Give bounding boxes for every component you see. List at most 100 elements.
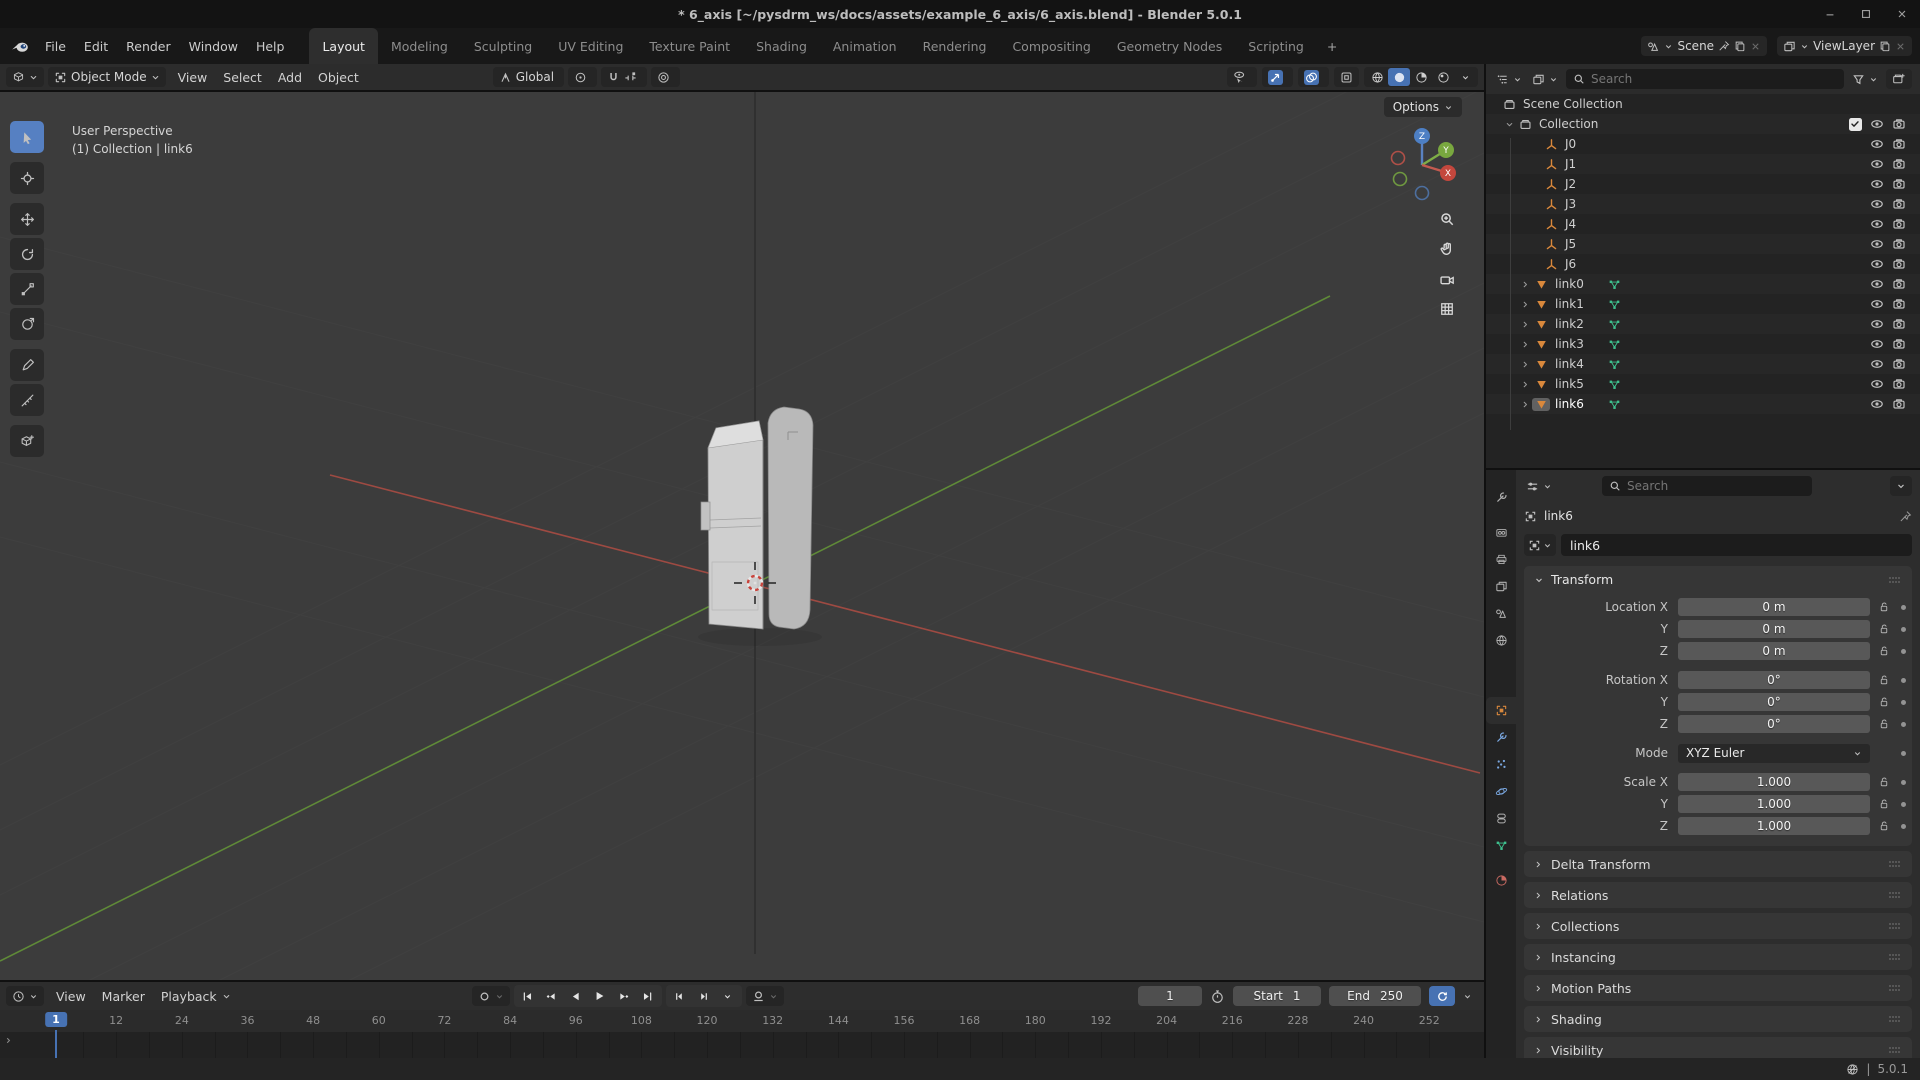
disable-render-icon[interactable] bbox=[1892, 197, 1906, 211]
disable-render-icon[interactable] bbox=[1892, 257, 1906, 271]
zoom-button[interactable] bbox=[1434, 206, 1460, 232]
properties-tab-particles[interactable] bbox=[1486, 751, 1516, 778]
keying-set-controls[interactable] bbox=[472, 986, 510, 1006]
disable-render-icon[interactable] bbox=[1892, 357, 1906, 371]
outliner-row-j1[interactable]: J1 bbox=[1486, 154, 1920, 174]
new-scene-icon[interactable] bbox=[1734, 40, 1746, 52]
hide-viewport-icon[interactable] bbox=[1870, 337, 1884, 351]
tab-uv-editing[interactable]: UV Editing bbox=[545, 28, 636, 64]
animate-dot[interactable] bbox=[1901, 678, 1906, 683]
object-name-input[interactable] bbox=[1570, 538, 1903, 553]
disable-render-icon[interactable] bbox=[1892, 297, 1906, 311]
disable-render-icon[interactable] bbox=[1892, 317, 1906, 331]
rotation-y-field[interactable]: 0° bbox=[1678, 693, 1870, 711]
scale-y-field[interactable]: 1.000 bbox=[1678, 795, 1870, 813]
location-y-field[interactable]: 0 m bbox=[1678, 620, 1870, 638]
timeline-editor-type-button[interactable] bbox=[6, 986, 44, 1006]
properties-tab-scene[interactable] bbox=[1486, 600, 1516, 627]
lock-scale-x[interactable] bbox=[1870, 776, 1898, 788]
outliner-display-mode-dropdown[interactable] bbox=[1530, 69, 1560, 89]
properties-tab-output[interactable] bbox=[1486, 546, 1516, 573]
properties-tab-view-layer[interactable] bbox=[1486, 573, 1516, 600]
viewport-menu-select[interactable]: Select bbox=[215, 67, 270, 88]
shading-wireframe-button[interactable] bbox=[1366, 68, 1388, 86]
tab-animation[interactable]: Animation bbox=[820, 28, 910, 64]
robot-link-mesh[interactable] bbox=[698, 407, 822, 646]
rotation-z-field[interactable]: 0° bbox=[1678, 715, 1870, 733]
mode-dropdown[interactable]: Object Mode bbox=[48, 67, 166, 87]
add-workspace-button[interactable]: + bbox=[1317, 28, 1347, 64]
location-x-field[interactable]: 0 m bbox=[1678, 598, 1870, 616]
animate-dot[interactable] bbox=[1901, 802, 1906, 807]
object-name-field[interactable] bbox=[1561, 534, 1912, 556]
disable-render-icon[interactable] bbox=[1892, 337, 1906, 351]
lock-rotation-x[interactable] bbox=[1870, 674, 1898, 686]
disable-render-icon[interactable] bbox=[1892, 277, 1906, 291]
shading-rendered-button[interactable] bbox=[1432, 68, 1454, 86]
tool-cursor-button[interactable] bbox=[10, 162, 44, 194]
hide-viewport-icon[interactable] bbox=[1870, 157, 1884, 171]
lock-location-z[interactable] bbox=[1870, 645, 1898, 657]
tab-layout[interactable]: Layout bbox=[309, 28, 378, 64]
hide-viewport-icon[interactable] bbox=[1870, 117, 1884, 131]
viewlayer-selector[interactable]: ViewLayer bbox=[1777, 36, 1912, 56]
maximize-button[interactable] bbox=[1848, 0, 1884, 28]
properties-tab-tool[interactable] bbox=[1486, 484, 1516, 511]
properties-search[interactable] bbox=[1602, 476, 1812, 496]
lock-scale-y[interactable] bbox=[1870, 798, 1898, 810]
animate-dot[interactable] bbox=[1901, 649, 1906, 654]
tab-rendering[interactable]: Rendering bbox=[910, 28, 1000, 64]
properties-tab-render[interactable] bbox=[1486, 519, 1516, 546]
blender-logo-icon[interactable] bbox=[8, 34, 32, 58]
hide-viewport-icon[interactable] bbox=[1870, 217, 1884, 231]
animate-dot[interactable] bbox=[1901, 627, 1906, 632]
collection-checkbox[interactable] bbox=[1849, 118, 1862, 131]
frame-forward-button[interactable] bbox=[692, 986, 716, 1006]
play-reverse-button[interactable] bbox=[564, 986, 588, 1006]
tool-transform-button[interactable] bbox=[10, 308, 44, 340]
xray-toggle[interactable] bbox=[1334, 67, 1359, 87]
transform-panel-header[interactable]: Transform bbox=[1524, 566, 1912, 593]
hide-viewport-icon[interactable] bbox=[1870, 137, 1884, 151]
viewport-menu-object[interactable]: Object bbox=[310, 67, 367, 88]
tab-texture-paint[interactable]: Texture Paint bbox=[636, 28, 743, 64]
outliner-row-j4[interactable]: J4 bbox=[1486, 214, 1920, 234]
tab-shading[interactable]: Shading bbox=[743, 28, 820, 64]
panel-visibility[interactable]: Visibility bbox=[1524, 1037, 1912, 1058]
timeline-ruler[interactable]: 1122436486072849610812013214415616818019… bbox=[0, 1010, 1484, 1032]
object-id-dropdown[interactable] bbox=[1524, 534, 1556, 556]
end-frame-field[interactable]: End 250 bbox=[1329, 986, 1421, 1006]
animate-dot[interactable] bbox=[1901, 700, 1906, 705]
timeline-menu-playback[interactable]: Playback bbox=[153, 986, 239, 1007]
jump-to-end-button[interactable] bbox=[636, 986, 660, 1006]
tool-measure-button[interactable] bbox=[10, 384, 44, 416]
hide-viewport-icon[interactable] bbox=[1870, 197, 1884, 211]
outliner-row-link1[interactable]: link1 bbox=[1486, 294, 1920, 314]
disable-render-icon[interactable] bbox=[1892, 137, 1906, 151]
pan-button[interactable] bbox=[1434, 236, 1460, 262]
disable-render-icon[interactable] bbox=[1892, 377, 1906, 391]
tab-geometry-nodes[interactable]: Geometry Nodes bbox=[1104, 28, 1235, 64]
lock-scale-z[interactable] bbox=[1870, 820, 1898, 832]
animate-dot[interactable] bbox=[1901, 751, 1906, 756]
outliner-row-link2[interactable]: link2 bbox=[1486, 314, 1920, 334]
tool-add-cube-button[interactable] bbox=[10, 425, 44, 457]
jump-to-start-button[interactable] bbox=[516, 986, 540, 1006]
hide-viewport-icon[interactable] bbox=[1870, 317, 1884, 331]
start-frame-field[interactable]: Start 1 bbox=[1233, 986, 1321, 1006]
scale-z-field[interactable]: 1.000 bbox=[1678, 817, 1870, 835]
properties-tab-object[interactable] bbox=[1486, 697, 1516, 724]
menu-help[interactable]: Help bbox=[247, 35, 294, 58]
3d-viewport[interactable]: User Perspective (1) Collection | link6 … bbox=[0, 92, 1484, 980]
playback-sync-toggle[interactable] bbox=[1429, 986, 1455, 1006]
tab-sculpting[interactable]: Sculpting bbox=[461, 28, 545, 64]
panel-instancing[interactable]: Instancing bbox=[1524, 944, 1912, 970]
disable-render-icon[interactable] bbox=[1892, 397, 1906, 411]
menu-window[interactable]: Window bbox=[180, 35, 247, 58]
close-button[interactable] bbox=[1884, 0, 1920, 28]
outliner-row-link3[interactable]: link3 bbox=[1486, 334, 1920, 354]
play-button[interactable] bbox=[588, 986, 612, 1006]
panel-motion-paths[interactable]: Motion Paths bbox=[1524, 975, 1912, 1001]
scene-selector[interactable]: Scene bbox=[1641, 36, 1767, 56]
outliner-row-j3[interactable]: J3 bbox=[1486, 194, 1920, 214]
